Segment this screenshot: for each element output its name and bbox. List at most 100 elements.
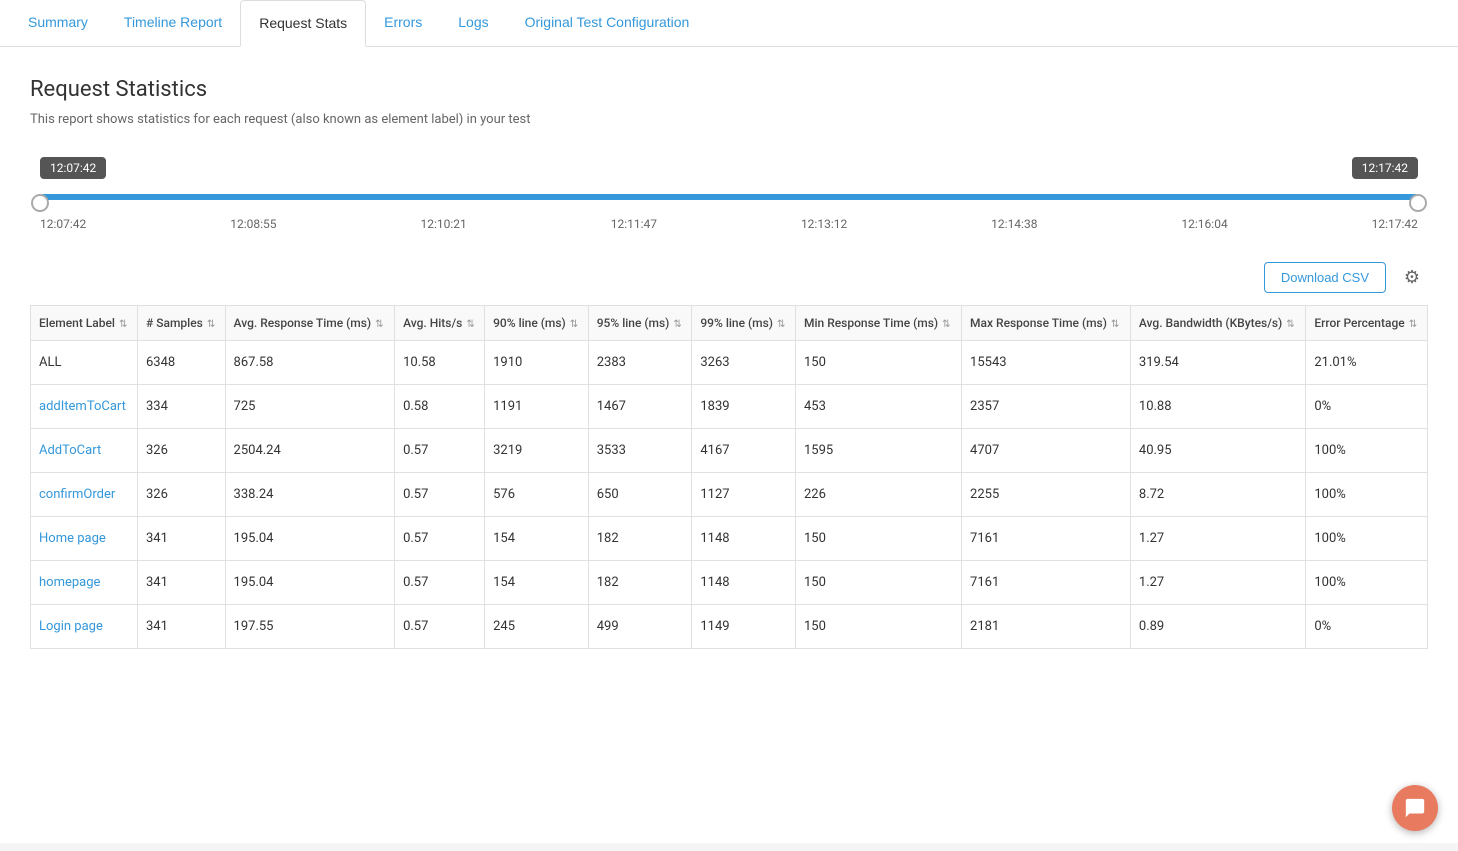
table-cell: 1910 <box>485 341 589 385</box>
time-range-slider: 12:07:42 12:17:42 12:07:4212:08:5512:10:… <box>30 157 1428 231</box>
slider-time-label: 12:14:38 <box>991 217 1037 231</box>
table-cell: 2357 <box>962 385 1131 429</box>
table-cell: 150 <box>795 517 961 561</box>
table-cell: 650 <box>588 473 692 517</box>
table-cell: 1.27 <box>1130 517 1305 561</box>
table-cell[interactable]: addItemToCart <box>31 385 138 429</box>
table-cell: 2383 <box>588 341 692 385</box>
table-cell: 6348 <box>138 341 226 385</box>
table-cell: 150 <box>795 605 961 649</box>
slider-thumb-right[interactable] <box>1409 194 1427 212</box>
gear-icon: ⚙ <box>1404 267 1420 288</box>
sort-icon-samples: ⇅ <box>207 319 215 330</box>
table-cell: 499 <box>588 605 692 649</box>
table-row: Login page341197.550.5724549911491502181… <box>31 605 1428 649</box>
sort-icon-90line: ⇅ <box>570 319 578 330</box>
table-cell: 0.57 <box>395 473 485 517</box>
table-cell: 1191 <box>485 385 589 429</box>
table-cell: 1149 <box>692 605 796 649</box>
table-cell: 0.57 <box>395 561 485 605</box>
slider-track-container[interactable] <box>40 187 1418 207</box>
slider-track <box>40 194 1418 200</box>
table-cell: 0% <box>1306 385 1428 429</box>
table-cell: 40.95 <box>1130 429 1305 473</box>
col-header-avg-bandwidth[interactable]: Avg. Bandwidth (KBytes/s)⇅ <box>1130 306 1305 341</box>
table-cell: 326 <box>138 473 226 517</box>
table-cell[interactable]: Home page <box>31 517 138 561</box>
stats-table: Element Label⇅# Samples⇅Avg. Response Ti… <box>30 305 1428 649</box>
table-cell: 182 <box>588 517 692 561</box>
table-cell: 100% <box>1306 473 1428 517</box>
settings-button[interactable]: ⚙ <box>1396 261 1428 293</box>
col-header-90line[interactable]: 90% line (ms)⇅ <box>485 306 589 341</box>
tab-errors[interactable]: Errors <box>366 0 440 46</box>
tab-original-test-config[interactable]: Original Test Configuration <box>507 0 708 46</box>
col-header-avg-response-time[interactable]: Avg. Response Time (ms)⇅ <box>225 306 395 341</box>
table-cell: 867.58 <box>225 341 395 385</box>
table-row: ALL6348867.5810.581910238332631501554331… <box>31 341 1428 385</box>
table-cell: 1127 <box>692 473 796 517</box>
table-cell: 326 <box>138 429 226 473</box>
table-cell: 1148 <box>692 517 796 561</box>
col-header-95line[interactable]: 95% line (ms)⇅ <box>588 306 692 341</box>
table-header-row: Element Label⇅# Samples⇅Avg. Response Ti… <box>31 306 1428 341</box>
table-cell: 10.58 <box>395 341 485 385</box>
table-cell: 2255 <box>962 473 1131 517</box>
table-cell[interactable]: Login page <box>31 605 138 649</box>
table-cell: 341 <box>138 605 226 649</box>
tabs-bar: SummaryTimeline ReportRequest StatsError… <box>0 0 1458 47</box>
sort-icon-error-pct: ⇅ <box>1409 319 1417 330</box>
table-cell: 245 <box>485 605 589 649</box>
col-header-max-response[interactable]: Max Response Time (ms)⇅ <box>962 306 1131 341</box>
slider-time-label: 12:16:04 <box>1181 217 1227 231</box>
table-row: AddToCart3262504.240.5732193533416715954… <box>31 429 1428 473</box>
table-cell: 338.24 <box>225 473 395 517</box>
main-content: Request Statistics This report shows sta… <box>0 47 1458 843</box>
table-cell: 3219 <box>485 429 589 473</box>
col-header-error-pct[interactable]: Error Percentage⇅ <box>1306 306 1428 341</box>
table-cell: 197.55 <box>225 605 395 649</box>
tab-timeline-report[interactable]: Timeline Report <box>106 0 240 46</box>
table-cell: 154 <box>485 517 589 561</box>
table-cell: 4707 <box>962 429 1131 473</box>
sort-icon-avg-response-time: ⇅ <box>375 319 383 330</box>
col-header-min-response[interactable]: Min Response Time (ms)⇅ <box>795 306 961 341</box>
col-header-avg-hits[interactable]: Avg. Hits/s⇅ <box>395 306 485 341</box>
table-cell: 195.04 <box>225 561 395 605</box>
col-header-element-label[interactable]: Element Label⇅ <box>31 306 138 341</box>
table-cell: 0.57 <box>395 517 485 561</box>
col-header-samples[interactable]: # Samples⇅ <box>138 306 226 341</box>
tab-logs[interactable]: Logs <box>440 0 506 46</box>
table-cell: 7161 <box>962 517 1131 561</box>
table-cell[interactable]: AddToCart <box>31 429 138 473</box>
page-title: Request Statistics <box>30 77 1428 102</box>
table-cell: 1467 <box>588 385 692 429</box>
slider-time-labels: 12:07:4212:08:5512:10:2112:11:4712:13:12… <box>40 217 1418 231</box>
chat-bubble[interactable] <box>1392 785 1438 831</box>
table-cell[interactable]: confirmOrder <box>31 473 138 517</box>
chat-icon <box>1404 797 1426 819</box>
tab-summary[interactable]: Summary <box>10 0 106 46</box>
tab-request-stats[interactable]: Request Stats <box>240 0 366 47</box>
sort-icon-max-response: ⇅ <box>1111 319 1119 330</box>
table-cell: 576 <box>485 473 589 517</box>
col-header-99line[interactable]: 99% line (ms)⇅ <box>692 306 796 341</box>
table-row: homepage341195.040.57154182114815071611.… <box>31 561 1428 605</box>
table-cell[interactable]: homepage <box>31 561 138 605</box>
table-cell: 1.27 <box>1130 561 1305 605</box>
slider-thumb-left[interactable] <box>31 194 49 212</box>
slider-time-label: 12:17:42 <box>1372 217 1418 231</box>
download-csv-button[interactable]: Download CSV <box>1264 262 1386 293</box>
table-cell: 2181 <box>962 605 1131 649</box>
table-cell: 0.58 <box>395 385 485 429</box>
table-cell: 154 <box>485 561 589 605</box>
table-cell: 7161 <box>962 561 1131 605</box>
table-cell: 0.89 <box>1130 605 1305 649</box>
slider-end-label: 12:17:42 <box>1352 157 1418 179</box>
table-cell: 341 <box>138 517 226 561</box>
table-cell: 1839 <box>692 385 796 429</box>
toolbar: Download CSV ⚙ <box>30 261 1428 293</box>
sort-icon-95line: ⇅ <box>673 319 681 330</box>
slider-time-label: 12:13:12 <box>801 217 847 231</box>
table-cell: 0.57 <box>395 605 485 649</box>
